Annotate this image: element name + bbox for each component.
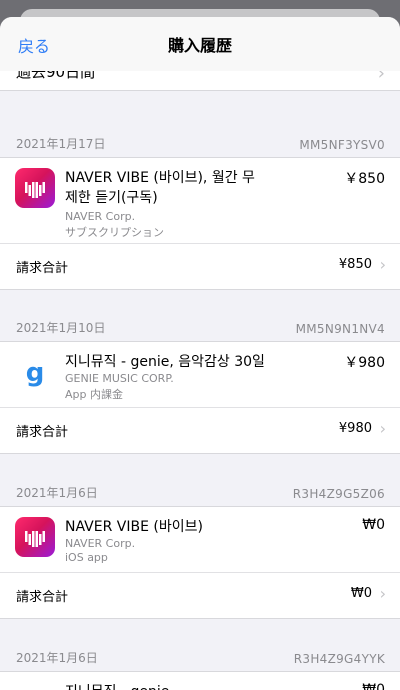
purchase-card: g 지니뮤직 - genie, 음악감상 30일 GENIE MUSIC COR… <box>0 341 400 454</box>
order-id: R3H4Z9G5Z06 <box>292 487 385 501</box>
item-developer: NAVER Corp. <box>65 537 136 550</box>
total-value: ₩0 <box>350 586 372 601</box>
total-label: 請求合計 <box>16 261 69 276</box>
item-type: iOS app <box>65 551 108 564</box>
purchase-item[interactable]: NAVER VIBE (바이브) NAVER Corp. iOS app ₩0 <box>0 507 400 573</box>
total-row[interactable]: 請求合計 ¥850 › <box>0 244 400 289</box>
purchase-card: NAVER VIBE (바이브) NAVER Corp. iOS app ₩0 … <box>0 506 400 619</box>
item-developer: NAVER Corp. <box>65 210 136 223</box>
item-type: App 内課金 <box>65 388 123 401</box>
item-price: ₩0 <box>362 517 385 533</box>
purchase-item[interactable]: g 지니뮤직 - genie, 음악감상 30일 GENIE MUSIC COR… <box>0 342 400 408</box>
page-title: 購入履歴 <box>167 36 232 55</box>
total-label: 請求合計 <box>16 590 69 605</box>
order-id: MM5NF3YSV0 <box>299 138 385 152</box>
chevron-right-icon: › <box>379 255 386 274</box>
purchase-card: g 지니뮤직 - genie ₩0 <box>0 671 400 690</box>
chevron-right-icon: › <box>379 584 386 603</box>
total-row[interactable]: 請求合計 ¥980 › <box>0 408 400 453</box>
order-id: MM5N9N1NV4 <box>295 322 385 336</box>
item-price: ￥850 <box>344 171 385 187</box>
item-type: サブスクリプション <box>65 226 164 239</box>
section-header: 2021年1月6日 R3H4Z9G5Z06 <box>0 472 400 506</box>
naver-vibe-icon <box>15 168 55 208</box>
section-header: 2021年1月6日 R3H4Z9G4YYK <box>0 637 400 671</box>
genie-icon: g <box>15 352 55 392</box>
item-price: ₩0 <box>362 682 385 690</box>
total-row[interactable]: 請求合計 ₩0 › <box>0 573 400 618</box>
purchase-date: 2021年1月17日 <box>16 137 106 151</box>
total-value: ¥980 <box>338 421 372 436</box>
purchase-date: 2021年1月10日 <box>16 321 106 335</box>
purchase-date: 2021年1月6日 <box>16 486 98 500</box>
genie-icon: g <box>15 682 55 690</box>
period-filter-row[interactable]: 過去90日間 › <box>0 71 400 91</box>
purchase-item[interactable]: NAVER VIBE (바이브), 월간 무제한 듣기(구독) NAVER Co… <box>0 158 400 244</box>
item-title: 지니뮤직 - genie <box>65 682 335 690</box>
purchase-history-sheet: 戻る 購入履歴 過去90日間 › 2021年1月17日 MM5NF3YSV0 N… <box>0 17 400 690</box>
total-value: ¥850 <box>338 257 372 272</box>
section-header: 2021年1月10日 MM5N9N1NV4 <box>0 307 400 341</box>
svg-text:g: g <box>26 358 45 388</box>
item-title: NAVER VIBE (바이브) <box>65 519 203 535</box>
navigation-bar: 戻る 購入履歴 <box>0 17 400 71</box>
total-label: 請求合計 <box>16 425 69 440</box>
period-filter-label: 過去90日間 <box>16 71 96 81</box>
chevron-right-icon: › <box>377 71 385 84</box>
purchase-date: 2021年1月6日 <box>16 651 98 665</box>
purchase-card: NAVER VIBE (바이브), 월간 무제한 듣기(구독) NAVER Co… <box>0 157 400 290</box>
item-price: ￥980 <box>344 355 385 371</box>
item-title: 지니뮤직 - genie, 음악감상 30일 <box>65 354 265 370</box>
purchase-item[interactable]: g 지니뮤직 - genie ₩0 <box>0 672 400 690</box>
order-id: R3H4Z9G4YYK <box>293 652 385 666</box>
item-developer: GENIE MUSIC CORP. <box>65 372 174 385</box>
item-title: NAVER VIBE (바이브), 월간 무제한 듣기(구독) <box>65 170 255 206</box>
naver-vibe-icon <box>15 517 55 557</box>
chevron-right-icon: › <box>379 419 386 438</box>
section-header: 2021年1月17日 MM5NF3YSV0 <box>0 123 400 157</box>
